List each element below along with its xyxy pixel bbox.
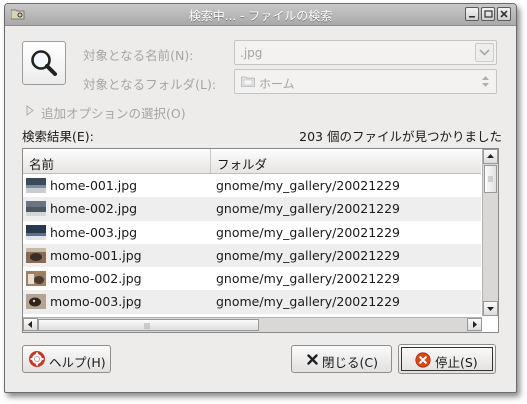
name-dropdown-button[interactable]: [475, 43, 494, 62]
close-icon: [500, 10, 508, 18]
grip-icon: [144, 323, 150, 329]
file-name: momo-003.jpg: [50, 294, 142, 310]
scroll-right-button[interactable]: [467, 318, 482, 331]
file-name: momo-001.jpg: [50, 247, 142, 263]
vertical-scrollbar[interactable]: [482, 149, 498, 316]
table-row[interactable]: home-001.jpg gnome/my_gallery/20021229: [23, 174, 481, 197]
scroll-down-button[interactable]: [483, 301, 498, 316]
help-label: ヘルプ(H): [49, 355, 106, 370]
close-label: 閉じる(C): [322, 355, 378, 370]
table-row[interactable]: momo-003.jpg gnome/my_gallery/20021229: [23, 290, 481, 314]
result-rows: home-001.jpg gnome/my_gallery/20021229 h…: [23, 174, 481, 314]
column-header-folder[interactable]: フォルダ: [211, 149, 481, 173]
file-name: home-001.jpg: [50, 178, 138, 193]
folder-value: ホーム: [259, 77, 295, 91]
magnifier-icon: [31, 50, 57, 76]
window-title: 検索中... - ファイルの検索: [188, 9, 333, 23]
scroll-left-button[interactable]: [23, 318, 38, 331]
title-bar[interactable]: 検索中... - ファイルの検索: [5, 4, 516, 26]
arrow-left-icon: [28, 321, 32, 328]
pet-photo-thumbnail: [26, 247, 46, 263]
arrow-down-icon: [487, 307, 494, 311]
close-button[interactable]: 閉じる(C): [291, 345, 392, 373]
sea-photo-thumbnail: [26, 178, 46, 193]
folder-combobox[interactable]: ホーム: [234, 69, 497, 94]
minimize-button[interactable]: [465, 7, 479, 21]
close-window-button[interactable]: [497, 7, 511, 21]
file-folder: gnome/my_gallery/20021229: [216, 271, 401, 287]
file-folder: gnome/my_gallery/20021229: [216, 178, 401, 193]
search-window: 検索中... - ファイルの検索 対象となる名前(N): .jpg 対象となるフ…: [4, 3, 517, 393]
table-row[interactable]: home-002.jpg gnome/my_gallery/20021229: [23, 197, 481, 221]
column-name-label: 名前: [29, 157, 55, 172]
name-label: 対象となる名前(N):: [83, 48, 194, 63]
grip-icon: [488, 176, 493, 182]
triangle-right-icon: [26, 105, 34, 116]
stop-icon: [415, 352, 431, 368]
updown-arrows-icon: [482, 76, 489, 87]
chevron-down-icon: [479, 49, 490, 56]
file-name: momo-002.jpg: [50, 271, 142, 287]
extra-options-label: 追加オプションの選択(O): [41, 106, 186, 121]
column-folder-label: フォルダ: [217, 157, 268, 172]
stop-label: 停止(S): [435, 355, 478, 370]
sea-photo-thumbnail: [26, 201, 46, 217]
file-folder: gnome/my_gallery/20021229: [216, 224, 401, 240]
help-button[interactable]: ヘルプ(H): [22, 345, 111, 373]
scroll-up-button[interactable]: [483, 149, 498, 164]
lifebuoy-icon: [29, 351, 45, 367]
column-header-name[interactable]: 名前: [23, 149, 211, 173]
table-row[interactable]: home-003.jpg gnome/my_gallery/20021229: [23, 221, 481, 244]
horizontal-scrollbar[interactable]: [23, 317, 482, 332]
file-name: home-002.jpg: [50, 201, 138, 217]
magnifier-icon-box: [22, 41, 66, 85]
arrow-up-icon: [487, 154, 494, 158]
file-folder: gnome/my_gallery/20021229: [216, 201, 401, 217]
list-header: 名前 フォルダ: [23, 149, 481, 174]
stop-button[interactable]: 停止(S): [398, 344, 496, 374]
sea-photo-thumbnail: [26, 224, 46, 240]
table-row[interactable]: momo-001.jpg gnome/my_gallery/20021229: [23, 243, 481, 268]
file-name: home-003.jpg: [50, 224, 138, 240]
folder-label: 対象となるフォルダ(L):: [83, 77, 217, 92]
file-folder: gnome/my_gallery/20021229: [216, 294, 401, 310]
pet-photo-thumbnail: [26, 271, 46, 287]
folder-icon: [241, 76, 255, 87]
vertical-scroll-thumb[interactable]: [484, 165, 497, 193]
results-label: 検索結果(E):: [22, 129, 94, 144]
file-folder: gnome/my_gallery/20021229: [216, 247, 401, 263]
results-count: 203 個のファイルが見つかりました: [299, 129, 502, 144]
name-value: .jpg: [240, 46, 263, 60]
name-combobox[interactable]: .jpg: [234, 40, 497, 65]
maximize-icon: [484, 10, 493, 18]
x-mark-icon: [307, 354, 318, 365]
horizontal-scroll-thumb[interactable]: [38, 319, 259, 331]
results-list[interactable]: 名前 フォルダ home-001.jpg gnome/my_gallery/20…: [22, 148, 499, 333]
maximize-button[interactable]: [481, 7, 495, 21]
arrow-right-icon: [473, 321, 477, 328]
minimize-icon: [469, 16, 475, 18]
pet-photo-thumbnail: [26, 294, 46, 310]
table-row[interactable]: momo-002.jpg gnome/my_gallery/20021229: [23, 267, 481, 290]
